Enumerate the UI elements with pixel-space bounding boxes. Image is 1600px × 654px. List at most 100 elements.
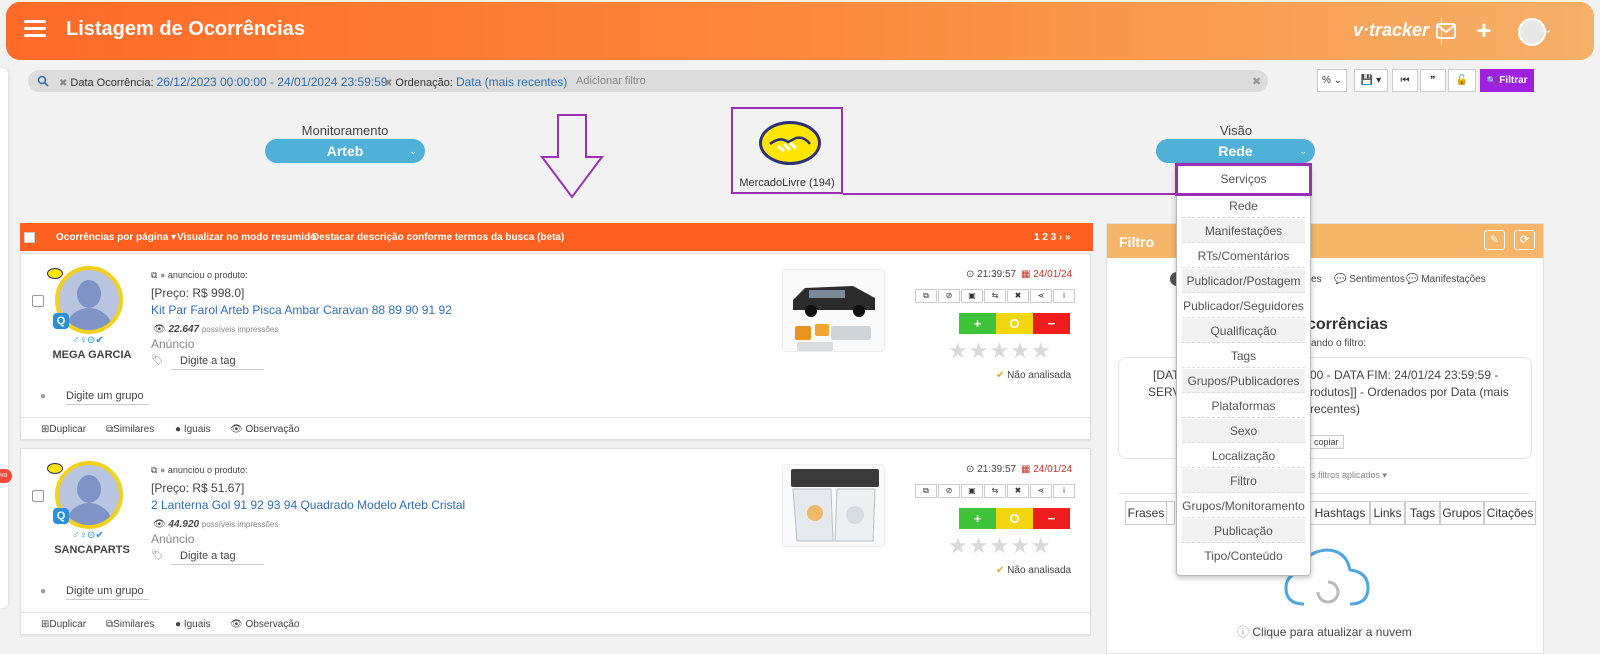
unlock-button[interactable]: 🔓 [1448,69,1476,92]
negative-button[interactable]: − [1033,508,1070,529]
filter-button[interactable]: 🔍 Filtrar [1480,69,1534,92]
view-option[interactable]: RTs/Comentários [1182,244,1305,268]
product-title-link[interactable]: Kit Par Farol Arteb Pisca Ambar Caravan … [151,303,452,317]
remove-icon[interactable]: ✖ [59,78,67,89]
search-icon[interactable] [37,75,49,87]
positive-button[interactable]: + [959,508,996,529]
block-icon[interactable]: ⊘ [938,484,960,498]
search-badge-icon[interactable]: Q [53,508,69,524]
similar-link[interactable]: ⧉Similares [106,424,154,435]
view-option[interactable]: Grupos/Monitoramento [1182,494,1305,518]
edit-icon[interactable]: ✎ [1484,230,1505,250]
observation-link[interactable]: 👁 Observação [230,619,299,630]
view-option[interactable]: Tags [1182,344,1305,368]
chevron-down-icon[interactable]: ⌄ [1542,21,1566,45]
info-icon[interactable]: i [1053,289,1075,303]
add-icon[interactable]: + [1472,17,1496,43]
view-option[interactable]: Manifestações [1182,219,1305,243]
product-title-link[interactable]: 2 Lanterna Gol 91 92 93 94 Quadrado Mode… [151,498,465,512]
save-button[interactable]: 💾 ▾ [1354,69,1388,92]
quote-button[interactable]: ❞ [1420,69,1446,92]
positive-button[interactable]: + [959,313,996,334]
copy-icon[interactable]: ⧉ [915,484,937,498]
neutral-button[interactable]: O [996,508,1033,529]
archive-icon[interactable]: ▣ [961,289,983,303]
tab-hashtags[interactable]: Hashtags [1310,501,1370,525]
summary-mode-link[interactable]: Visualizar no modo resumido [177,232,316,243]
rating-stars[interactable]: ★★★★★ [948,533,1052,559]
menu-icon[interactable] [24,20,46,38]
source-mercadolivre[interactable]: MercadoLivre (194) [731,107,843,194]
close-icon[interactable]: ✖ [1007,289,1029,303]
external-link-icon[interactable]: ⧉ [151,465,157,475]
side-badge[interactable]: vo [0,469,12,483]
transfer-icon[interactable]: ⇆ [984,289,1006,303]
mail-icon[interactable] [1434,19,1458,43]
product-thumbnail[interactable] [782,269,885,352]
tab-links[interactable]: Links [1370,501,1405,525]
transfer-icon[interactable]: ⇆ [984,484,1006,498]
tag-input[interactable]: Digite a tag [171,355,264,370]
view-option[interactable]: Qualificação [1182,319,1305,343]
tab-hidden[interactable] [1167,501,1175,525]
add-filter-input[interactable]: Adicionar filtro [576,75,646,87]
tag-input[interactable]: Digite a tag [171,550,264,565]
share-icon[interactable]: ⋖ [1030,484,1052,498]
publisher-name[interactable]: MEGA GARCIA [41,349,143,361]
occurrence-checkbox[interactable] [32,295,44,307]
view-option[interactable]: Rede [1182,194,1305,218]
view-select[interactable]: Rede ⌄ [1156,139,1315,163]
remove-icon[interactable]: ✖ [384,78,392,89]
per-page-menu[interactable]: Ocorrências por página ▾ [56,232,176,243]
highlight-description-link[interactable]: Destacar descrição conforme termos da bu… [312,232,564,243]
tab-manifestations[interactable]: 💬 Manifestações [1406,274,1486,285]
duplicate-link[interactable]: ⊞Duplicar [41,619,86,630]
tab-sentiments[interactable]: 💬 Sentimentos [1334,274,1405,285]
copy-button[interactable]: copiar [1309,435,1344,449]
group-input[interactable]: Digite um grupo [66,585,149,600]
equal-link[interactable]: ● Iguais [175,424,211,435]
view-option[interactable]: Sexo [1182,419,1305,443]
view-option[interactable]: Plataformas [1182,394,1305,418]
group-input[interactable]: Digite um grupo [66,390,149,405]
publisher-name[interactable]: SANCAPARTS [41,544,143,556]
filter-chip-order[interactable]: ✖ Ordenação: Data (mais recentes) [384,75,567,89]
pagination[interactable]: 1 2 3 › » [1034,232,1071,243]
block-icon[interactable]: ⊘ [938,289,960,303]
product-thumbnail[interactable] [782,464,885,547]
tab-partial[interactable]: es [1311,274,1322,285]
info-icon[interactable]: i [1053,484,1075,498]
refresh-icon[interactable]: ⟳ [1514,230,1535,250]
tab-frases[interactable]: Frases [1125,501,1167,525]
monitoring-select[interactable]: Arteb ⌄ [265,139,425,163]
observation-link[interactable]: 👁 Observação [230,424,299,435]
tab-tags[interactable]: Tags [1405,501,1440,525]
similar-link[interactable]: ⧉Similares [106,619,154,630]
view-option[interactable]: Filtro [1182,469,1305,493]
search-badge-icon[interactable]: Q [53,313,69,329]
equal-link[interactable]: ● Iguais [175,619,211,630]
view-option-servicos[interactable]: Serviços [1175,163,1312,196]
view-option[interactable]: Tipo/Conteúdo [1182,544,1305,568]
negative-button[interactable]: − [1033,313,1070,334]
copy-icon[interactable]: ⧉ [915,289,937,303]
close-icon[interactable]: ✖ [1007,484,1029,498]
refresh-cloud-hint[interactable]: ⓘ Clique para atualizar a nuvem [1237,623,1412,640]
filter-chip-date[interactable]: ✖ Data Ocorrência: 26/12/2023 00:00:00 - … [59,75,387,89]
view-option[interactable]: Publicação [1182,519,1305,543]
percent-button[interactable]: % ⌄ [1317,69,1347,92]
view-option[interactable]: Grupos/Publicadores [1182,369,1305,393]
view-dropdown[interactable]: Serviços Rede Manifestações RTs/Comentár… [1175,163,1312,576]
view-option[interactable]: Publicador/Postagem [1182,269,1305,293]
tab-grupos[interactable]: Grupos [1440,501,1484,525]
select-all-checkbox[interactable] [24,232,35,243]
occurrence-checkbox[interactable] [32,490,44,502]
external-link-icon[interactable]: ⧉ [151,270,157,280]
applied-filters-toggle[interactable]: s filtros aplicados ▾ [1311,470,1387,481]
duplicate-link[interactable]: ⊞Duplicar [41,424,86,435]
rating-stars[interactable]: ★★★★★ [948,338,1052,364]
share-icon[interactable]: ⋖ [1030,289,1052,303]
tab-citacoes[interactable]: Citações [1484,501,1536,525]
view-option[interactable]: Publicador/Seguidores [1182,294,1305,318]
view-option[interactable]: Localização [1182,444,1305,468]
